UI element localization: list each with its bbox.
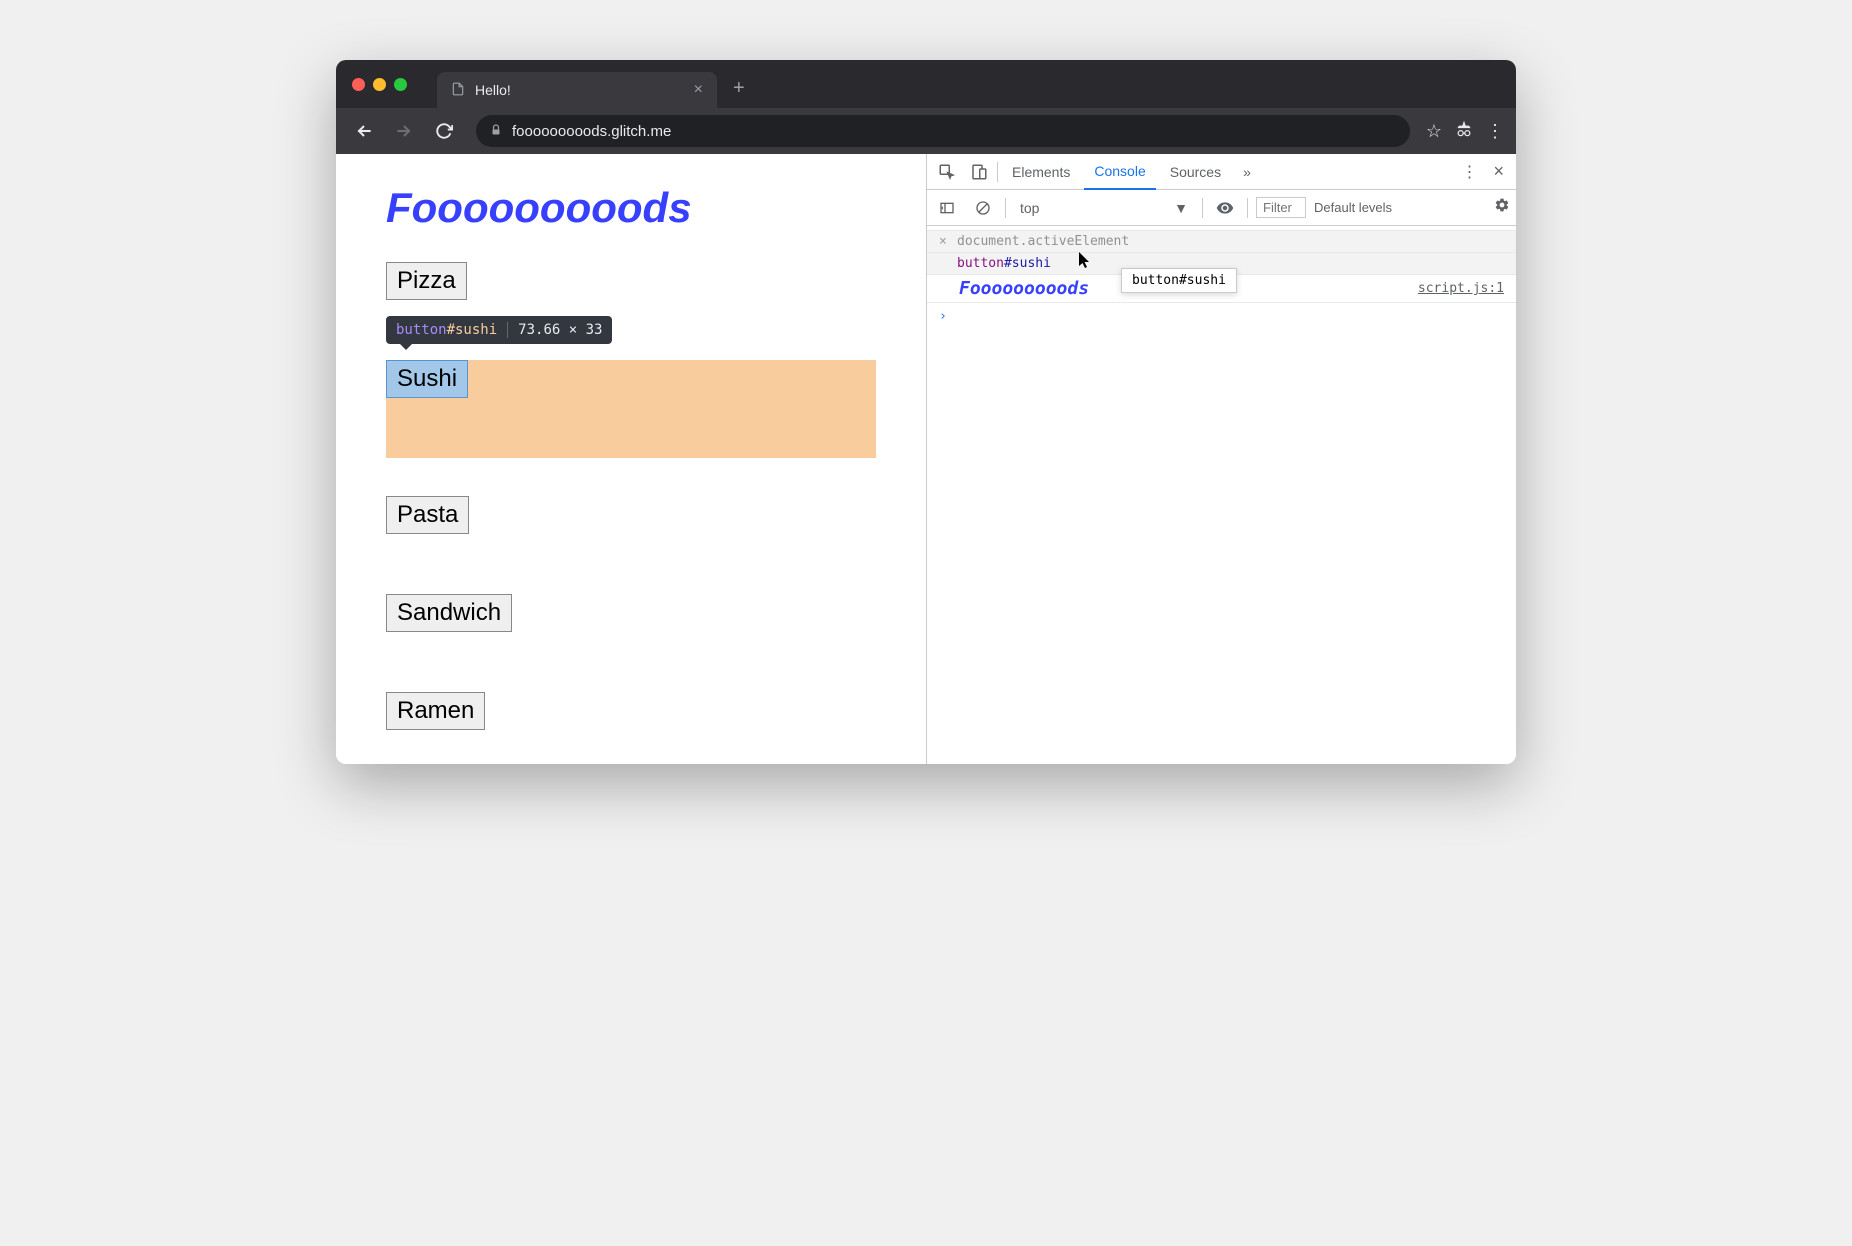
address-bar[interactable]: fooooooooods.glitch.me	[476, 115, 1410, 147]
pasta-button[interactable]: Pasta	[386, 496, 469, 534]
console-output: × document.activeElement button#sushi Fo…	[927, 226, 1516, 764]
devtools-tabs: Elements Console Sources » ⋮ ×	[927, 154, 1516, 190]
browser-toolbar: fooooooooods.glitch.me ☆ ⋮	[336, 108, 1516, 154]
tooltip-element: button	[396, 322, 447, 338]
ramen-button[interactable]: Ramen	[386, 692, 485, 730]
device-toggle-icon[interactable]	[965, 158, 993, 186]
url-text: fooooooooods.glitch.me	[512, 123, 671, 140]
window-maximize-button[interactable]	[394, 78, 407, 91]
title-bar: Hello! × +	[336, 60, 1516, 108]
tooltip-dimensions: 73.66 × 33	[518, 322, 602, 338]
page-content: Fooooooooods Pizza button#sushi 73.66 × …	[336, 154, 926, 764]
tab-sources[interactable]: Sources	[1160, 154, 1231, 190]
eager-result: button#sushi	[957, 256, 1051, 271]
clear-console-icon[interactable]	[969, 194, 997, 222]
close-marker[interactable]: ×	[939, 234, 951, 249]
divider	[997, 162, 998, 182]
devtools-close-icon[interactable]: ×	[1487, 161, 1510, 182]
log-text: Fooooooooods	[939, 278, 1089, 299]
traffic-lights	[352, 78, 407, 91]
reload-button[interactable]	[428, 115, 460, 147]
pizza-button[interactable]: Pizza	[386, 262, 467, 300]
back-button[interactable]	[348, 115, 380, 147]
divider	[1202, 198, 1203, 218]
incognito-icon[interactable]	[1454, 119, 1474, 144]
menu-icon[interactable]: ⋮	[1486, 121, 1504, 142]
console-prompt[interactable]: ›	[927, 303, 1516, 330]
tab-elements[interactable]: Elements	[1002, 154, 1080, 190]
tooltip-divider	[507, 322, 508, 338]
browser-tab[interactable]: Hello! ×	[437, 72, 717, 108]
tab-close-icon[interactable]: ×	[694, 81, 703, 99]
divider	[1247, 198, 1248, 218]
inspect-tooltip: button#sushi 73.66 × 33	[386, 316, 612, 344]
tab-title: Hello!	[475, 82, 684, 98]
log-source[interactable]: script.js:1	[1418, 281, 1504, 296]
result-tag: button	[957, 256, 1004, 271]
eager-expression: document.activeElement	[957, 234, 1129, 249]
eager-evaluation-row[interactable]: × document.activeElement	[927, 230, 1516, 253]
console-sidebar-icon[interactable]	[933, 194, 961, 222]
cursor-icon	[1079, 252, 1093, 274]
devtools-menu-icon[interactable]: ⋮	[1455, 158, 1483, 186]
page-heading: Fooooooooods	[386, 184, 876, 232]
food-buttons: Pizza button#sushi 73.66 × 33 Sushi Past…	[386, 262, 876, 730]
console-toolbar: top ▼ Default levels	[927, 190, 1516, 226]
dropdown-icon: ▼	[1174, 200, 1188, 216]
inspect-element-icon[interactable]	[933, 158, 961, 186]
filter-input[interactable]	[1256, 197, 1306, 218]
sushi-button[interactable]: Sushi	[386, 360, 468, 398]
forward-button[interactable]	[388, 115, 420, 147]
context-selector[interactable]: top ▼	[1014, 198, 1194, 218]
sandwich-button[interactable]: Sandwich	[386, 594, 512, 632]
bookmark-icon[interactable]: ☆	[1426, 121, 1442, 142]
more-tabs-icon[interactable]: »	[1235, 164, 1259, 180]
lock-icon	[490, 124, 502, 139]
inspected-element-wrapper: button#sushi 73.66 × 33 Sushi	[386, 360, 468, 398]
new-tab-button[interactable]: +	[733, 77, 745, 100]
live-expression-icon[interactable]	[1211, 194, 1239, 222]
hover-tooltip: button#sushi	[1121, 268, 1237, 293]
divider	[1005, 198, 1006, 218]
window-minimize-button[interactable]	[373, 78, 386, 91]
result-id: #sushi	[1004, 256, 1051, 271]
log-levels[interactable]: Default levels	[1314, 200, 1392, 215]
browser-window: Hello! × + fooooooooods.glitch.me ☆ ⋮	[336, 60, 1516, 764]
devtools-panel: Elements Console Sources » ⋮ × top ▼	[926, 154, 1516, 764]
tab-console[interactable]: Console	[1084, 154, 1155, 190]
page-icon	[451, 82, 465, 99]
tooltip-id: #sushi	[447, 322, 498, 338]
context-label: top	[1020, 200, 1039, 216]
prompt-chevron-icon: ›	[939, 309, 947, 324]
window-close-button[interactable]	[352, 78, 365, 91]
content-area: Fooooooooods Pizza button#sushi 73.66 × …	[336, 154, 1516, 764]
console-settings-icon[interactable]	[1494, 197, 1510, 218]
